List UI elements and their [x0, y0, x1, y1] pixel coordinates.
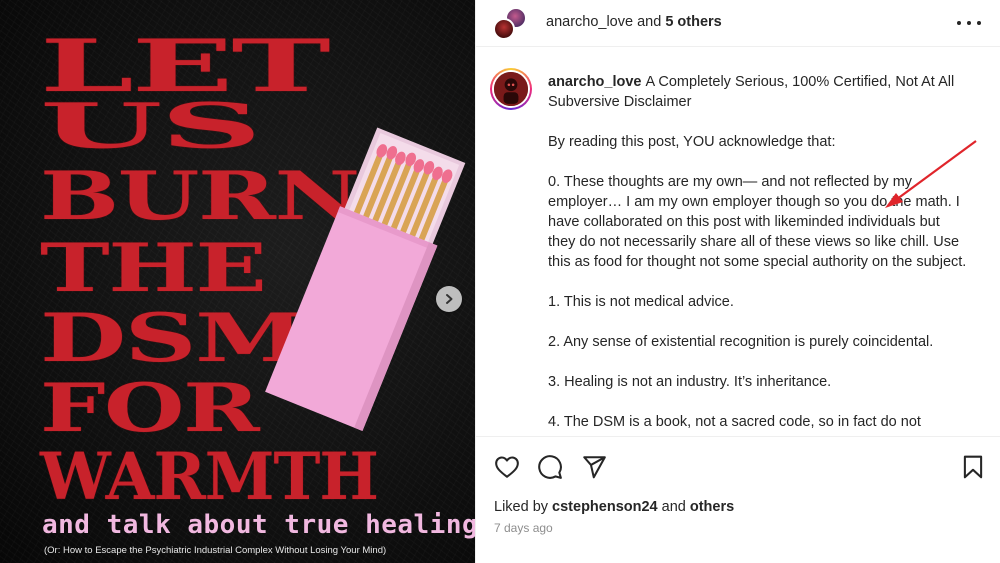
- matchbox-illustration: [225, 120, 475, 432]
- caption-paragraph: 4. The DSM is a book, not a sacred code,…: [548, 414, 921, 430]
- caption-title: anarcho_love A Completely Serious, 100% C…: [548, 72, 968, 112]
- post-details-panel: anarcho_love and 5 others anarcho_love A…: [475, 0, 1000, 563]
- caption-username[interactable]: anarcho_love: [548, 74, 642, 90]
- post-actions: Liked by cstephenson24 and others 7 days…: [476, 436, 1000, 563]
- dot: [977, 21, 981, 25]
- share-icon[interactable]: [581, 454, 607, 480]
- author-username[interactable]: anarcho_love: [546, 14, 633, 30]
- poster-subtitle: and talk about true healing: [42, 510, 475, 540]
- avatar: [493, 18, 515, 40]
- chevron-right-icon: [446, 294, 453, 304]
- avatar-ring: [492, 70, 530, 108]
- more-options-button[interactable]: [957, 12, 981, 34]
- poster-tagline: (Or: How to Escape the Psychiatric Indus…: [44, 545, 387, 556]
- liked-by-user[interactable]: cstephenson24: [552, 499, 658, 515]
- post-image: LET US BURN THE DSM FOR WARMTH and talk …: [0, 0, 475, 563]
- poster-title-line-7: WARMTH: [40, 439, 379, 516]
- liked-others-link[interactable]: others: [690, 499, 734, 515]
- collaborator-avatars[interactable]: [493, 7, 527, 41]
- caption-paragraph: 3. Healing is not an industry. It’s inhe…: [548, 374, 832, 390]
- authors-joiner: and: [633, 14, 666, 30]
- dot: [967, 21, 971, 25]
- caption-avatar[interactable]: [490, 68, 532, 110]
- post-timestamp[interactable]: 7 days ago: [494, 521, 553, 535]
- likes-summary: Liked by cstephenson24 and others: [494, 499, 734, 515]
- heart-icon[interactable]: [494, 454, 520, 480]
- liked-joiner: and: [657, 499, 690, 515]
- collaborators-link[interactable]: 5 others: [665, 14, 721, 30]
- caption-body: anarcho_love A Completely Serious, 100% C…: [548, 72, 968, 435]
- liked-prefix: Liked by: [494, 499, 553, 515]
- post-authors: anarcho_love and 5 others: [546, 14, 722, 30]
- next-image-button[interactable]: [436, 286, 462, 312]
- caption-paragraph: 2. Any sense of existential recognition …: [548, 334, 934, 350]
- comment-icon[interactable]: [537, 454, 563, 480]
- avatar: [494, 72, 528, 106]
- post-caption: anarcho_love A Completely Serious, 100% C…: [476, 48, 1000, 435]
- more-horizontal-icon: [957, 21, 961, 25]
- bookmark-icon[interactable]: [960, 454, 986, 480]
- annotation-arrow-icon: [885, 140, 977, 208]
- caption-paragraph: 1. This is not medical advice.: [548, 294, 734, 310]
- post-header: anarcho_love and 5 others: [476, 0, 1000, 47]
